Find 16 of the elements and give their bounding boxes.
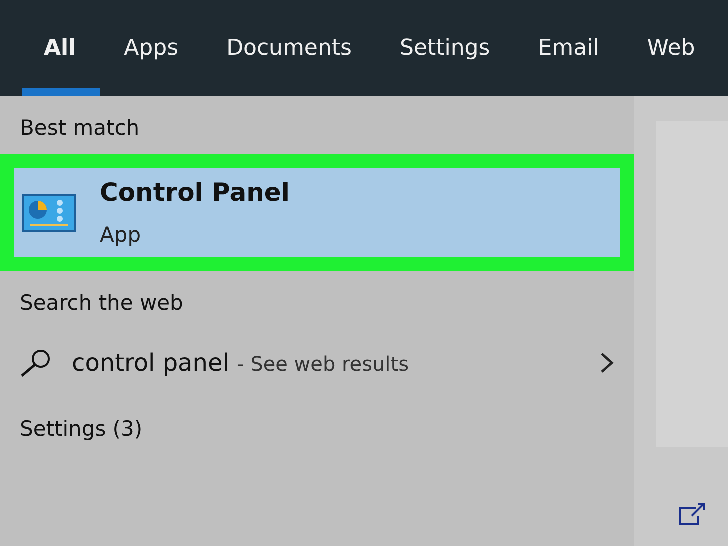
section-heading: Settings (3) (19, 416, 144, 443)
tab[interactable]: Settings (376, 0, 514, 96)
tab[interactable]: Email (514, 0, 624, 96)
tab[interactable]: Apps (100, 0, 203, 96)
result-item[interactable]: Control Panel App (0, 154, 634, 271)
control-panel-icon (22, 194, 76, 232)
section-heading: Best match (19, 115, 141, 142)
tab[interactable]: Documents (202, 0, 376, 96)
tab[interactable]: Web (623, 0, 720, 96)
result-title: Control Panel (100, 178, 290, 207)
web-search-link[interactable]: control panel - See web results (72, 349, 600, 377)
search-icon (20, 349, 52, 377)
open-external-icon[interactable] (678, 502, 706, 526)
chevron-right-icon[interactable] (600, 352, 614, 374)
result-subtitle: App (100, 223, 142, 247)
section-heading: Search the web (19, 290, 184, 317)
